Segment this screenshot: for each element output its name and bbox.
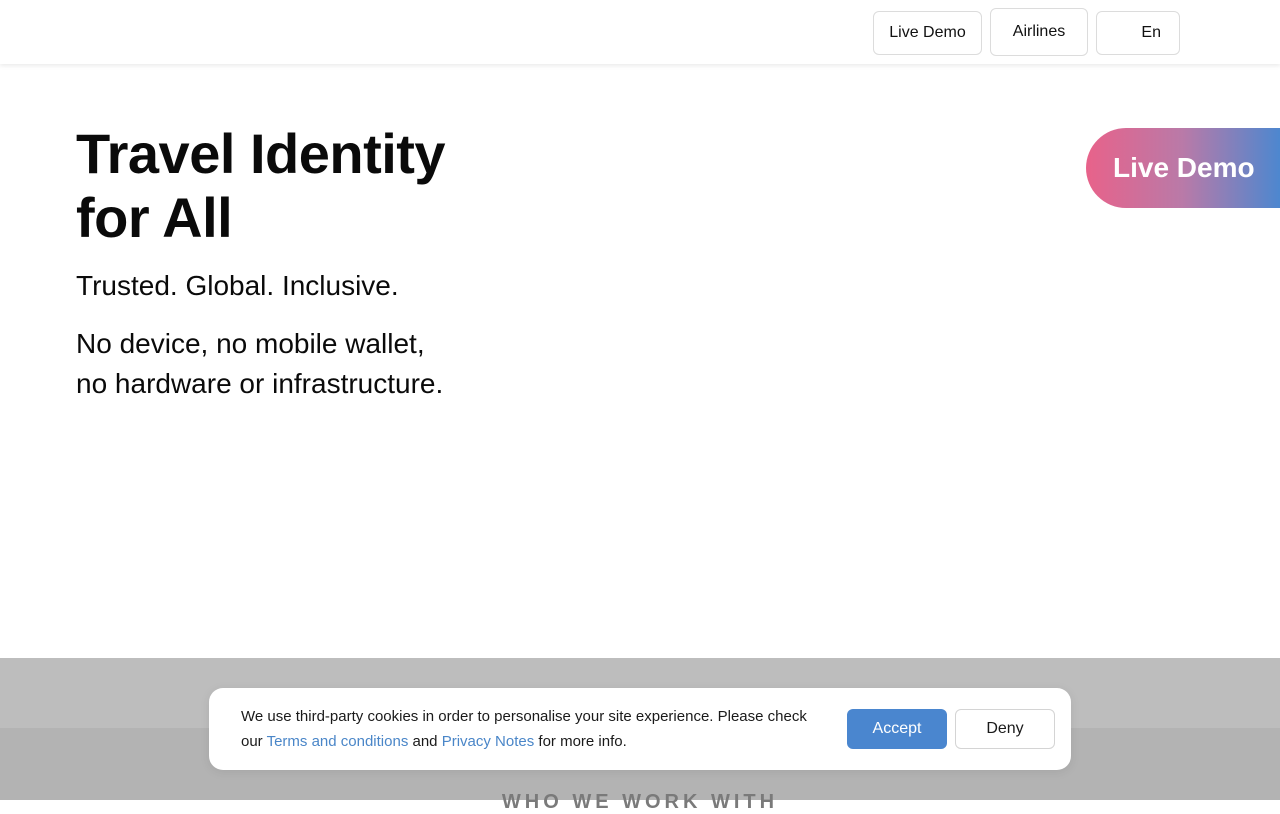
cookie-message: We use third-party cookies in order to p… [241,704,831,754]
partners-heading: WHO WE WORK WITH [501,791,779,813]
nav-live-demo-button[interactable]: Live Demo [873,11,982,55]
hero-description-line-2: no hardware or infrastructure. [76,368,444,399]
hero-title: Travel Identity for All [76,122,596,250]
hero-title-line-1: Travel Identity [76,122,446,185]
terms-link[interactable]: Terms and conditions [267,733,409,750]
live-demo-cta-button[interactable]: Live Demo [1086,128,1280,208]
nav-airlines-button[interactable]: Airlines [990,8,1088,56]
cookie-banner: We use third-party cookies in order to p… [209,688,1071,770]
deny-cookies-button[interactable]: Deny [955,709,1055,749]
site-header: Live Demo Airlines En [0,0,1280,64]
cookie-text-after: for more info. [534,733,627,750]
hero-subtitle: Trusted. Global. Inclusive. [76,270,399,301]
hero-description: No device, no mobile wallet, no hardware… [76,324,596,404]
language-selector[interactable]: En [1096,11,1180,55]
privacy-link[interactable]: Privacy Notes [442,733,535,750]
cookie-text-middle: and [408,733,442,750]
hero-title-line-2: for All [76,186,233,249]
hero-section: Travel Identity for All Trusted. Global.… [76,122,596,404]
accept-cookies-button[interactable]: Accept [847,709,947,749]
hero-description-line-1: No device, no mobile wallet, [76,328,425,359]
